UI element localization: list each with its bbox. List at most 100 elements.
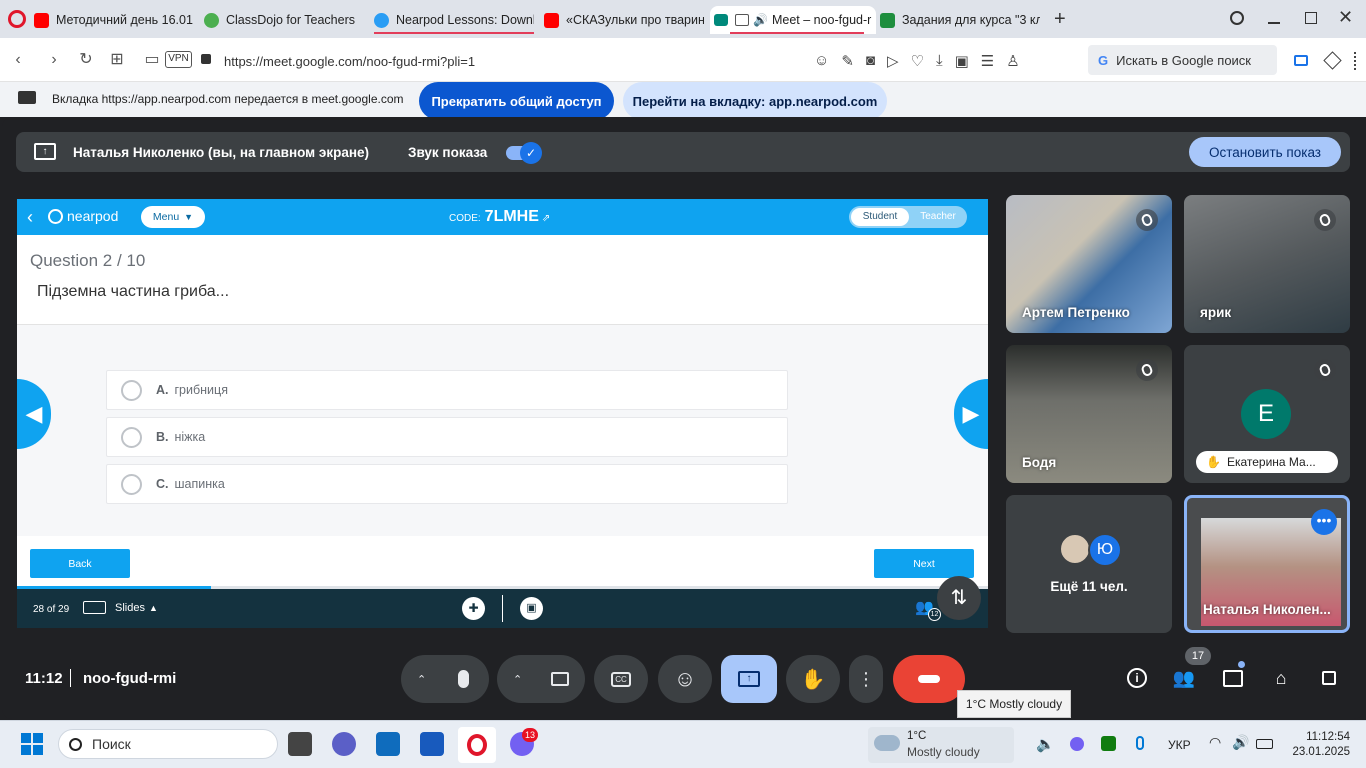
search-tabs-icon[interactable]	[1230, 11, 1244, 25]
browser-menu-icon[interactable]	[1354, 52, 1357, 70]
stop-presenting-button[interactable]: Остановить показ	[1189, 137, 1341, 167]
download-icon[interactable]: ⤓	[936, 52, 943, 70]
tab-2[interactable]: ClassDojo for Teachers	[204, 6, 364, 34]
language-indicator[interactable]: УКР	[1168, 738, 1191, 752]
opera-logo-icon[interactable]	[8, 10, 26, 28]
store-icon[interactable]	[376, 732, 400, 756]
add-activity-icon[interactable]: ✚	[462, 597, 485, 620]
chevron-up-icon[interactable]: ⌃	[417, 673, 426, 686]
close-window-button[interactable]: ✕	[1338, 7, 1353, 28]
clock-date[interactable]: 23.01.2025	[1286, 746, 1350, 758]
url-field[interactable]: https://meet.google.com/noo-fgud-rmi?pli…	[224, 54, 475, 69]
wallet-icon[interactable]	[1294, 55, 1308, 66]
mode-student[interactable]: Student	[851, 208, 909, 226]
microphone-icon[interactable]	[458, 670, 469, 688]
present-button[interactable]: ↑	[721, 655, 777, 703]
meeting-info-icon[interactable]: i	[1124, 665, 1150, 691]
slide-counter: 28 of 29	[33, 604, 70, 615]
mode-switch[interactable]: Student Teacher	[849, 206, 967, 228]
option-text: ніжка	[174, 430, 206, 444]
camera-snapshot-icon[interactable]: ▭	[142, 50, 162, 70]
switch-to-tab-button[interactable]: Перейти на вкладку: app.nearpod.com	[623, 82, 887, 120]
maximize-button[interactable]	[1305, 12, 1317, 24]
taskbar-search-label: Поиск	[92, 736, 131, 752]
more-participants-tile[interactable]: Ю Ещё 11 чел.	[1006, 495, 1172, 633]
leave-call-button[interactable]	[893, 655, 965, 703]
session-code[interactable]: CODE: 7LMHE ⇗	[449, 208, 550, 226]
taskbar-search[interactable]: Поиск	[58, 729, 278, 759]
question-number: Question 2 / 10	[30, 251, 146, 270]
player-icon[interactable]: ▣	[955, 52, 969, 70]
emoji-icon[interactable]: ☺	[814, 52, 829, 70]
speaker-tray-icon[interactable]: 🔊	[1232, 734, 1249, 751]
viber-tray-icon[interactable]	[1070, 737, 1084, 751]
microphone-tray-icon[interactable]	[1136, 736, 1144, 750]
heart-icon[interactable]: ♡	[911, 52, 924, 70]
vpn-badge[interactable]: VPN	[165, 51, 192, 68]
nearpod-back-icon[interactable]: ‹	[27, 207, 33, 228]
google-search-field[interactable]: G Искать в Google поиск	[1088, 45, 1277, 75]
activities-icon[interactable]: ⌂	[1268, 665, 1294, 691]
opera-taskbar-icon[interactable]	[458, 727, 496, 763]
task-view-icon[interactable]	[288, 732, 312, 756]
answer-option-a[interactable]: A. грибниця	[106, 370, 788, 410]
weather-widget[interactable]: 1°C Mostly cloudy	[868, 727, 1014, 763]
camera-icon[interactable]	[551, 672, 569, 686]
lock-icon[interactable]	[201, 54, 211, 64]
clock-time[interactable]: 11:12:54	[1298, 731, 1350, 743]
nearpod-menu-button[interactable]: Menu ▼	[141, 206, 205, 228]
speed-dial-icon[interactable]: ⊞	[107, 50, 127, 70]
participant-tile[interactable]: ярик	[1184, 195, 1350, 333]
tab-meet-active[interactable]: 🔊 Meet – noo-fgud-r	[710, 6, 876, 34]
answer-option-b[interactable]: B. ніжка	[106, 417, 788, 457]
tab-4[interactable]: «СКАЗульки про тварин»	[544, 6, 704, 34]
battery-icon[interactable]	[1256, 739, 1273, 749]
more-options-icon[interactable]: •••	[1311, 509, 1337, 535]
host-controls-icon[interactable]	[1316, 665, 1342, 691]
tab-3[interactable]: Nearpod Lessons: Downlo	[374, 6, 534, 34]
chat-icon[interactable]	[1220, 665, 1246, 691]
captions-button[interactable]: CC	[594, 655, 648, 703]
more-options-button[interactable]: ⋮	[849, 655, 883, 703]
external-link-icon: ⇗	[541, 213, 551, 224]
self-view-tile[interactable]: ••• Наталья Николен...	[1184, 495, 1350, 633]
camera-icon[interactable]: ◙	[866, 52, 875, 70]
security-icon[interactable]	[1101, 736, 1116, 751]
classroom-icon	[880, 12, 895, 28]
answer-option-c[interactable]: C. шапинка	[106, 464, 788, 504]
people-icon[interactable]: 👥	[1171, 665, 1197, 691]
chevron-up-icon[interactable]: ⌃	[513, 673, 522, 686]
stop-sharing-button[interactable]: Прекратить общий доступ	[419, 82, 614, 120]
new-tab-button[interactable]: +	[1054, 8, 1066, 31]
tab-1[interactable]: Методичний день 16.01	[34, 6, 194, 34]
reactions-button[interactable]: ☺	[658, 655, 712, 703]
send-icon[interactable]: ▷	[887, 52, 899, 70]
reload-icon[interactable]: ↻	[76, 50, 96, 70]
tab-6[interactable]: Задания для курса "3 кла	[880, 6, 1040, 34]
whiteboard-icon[interactable]: ▣	[520, 597, 543, 620]
classdojo-icon	[204, 12, 219, 28]
forward-icon[interactable]: ›	[44, 50, 64, 70]
participant-tile[interactable]: E ✋ Екатерина Ма...	[1184, 345, 1350, 483]
teams-icon[interactable]	[332, 732, 356, 756]
windows-start-icon[interactable]	[21, 733, 43, 755]
back-icon[interactable]: ‹	[8, 50, 28, 70]
participant-name: ярик	[1200, 305, 1232, 320]
word-icon[interactable]	[420, 732, 444, 756]
participant-tile[interactable]: Бодя	[1006, 345, 1172, 483]
account-icon[interactable]: ♙	[1006, 52, 1019, 70]
move-window-button[interactable]: ⇅	[937, 576, 981, 620]
next-button[interactable]: Next	[874, 549, 974, 578]
participant-tile[interactable]: Артем Петренко	[1006, 195, 1172, 333]
wifi-icon[interactable]: ◠	[1209, 734, 1221, 751]
audio-label: Звук показа	[408, 145, 488, 160]
easy-setup-icon[interactable]: ☰	[981, 52, 994, 70]
minimize-button[interactable]	[1268, 22, 1280, 24]
slides-toggle[interactable]: Slides ▲	[83, 601, 158, 614]
raise-hand-button[interactable]: ✋	[786, 655, 840, 703]
mode-teacher[interactable]: Teacher	[911, 208, 965, 226]
audio-toggle[interactable]: ✓	[506, 142, 542, 164]
edit-icon[interactable]: ✎	[841, 52, 854, 70]
back-button[interactable]: Back	[30, 549, 130, 578]
volume-muted-icon[interactable]: 🔈	[1036, 735, 1055, 753]
